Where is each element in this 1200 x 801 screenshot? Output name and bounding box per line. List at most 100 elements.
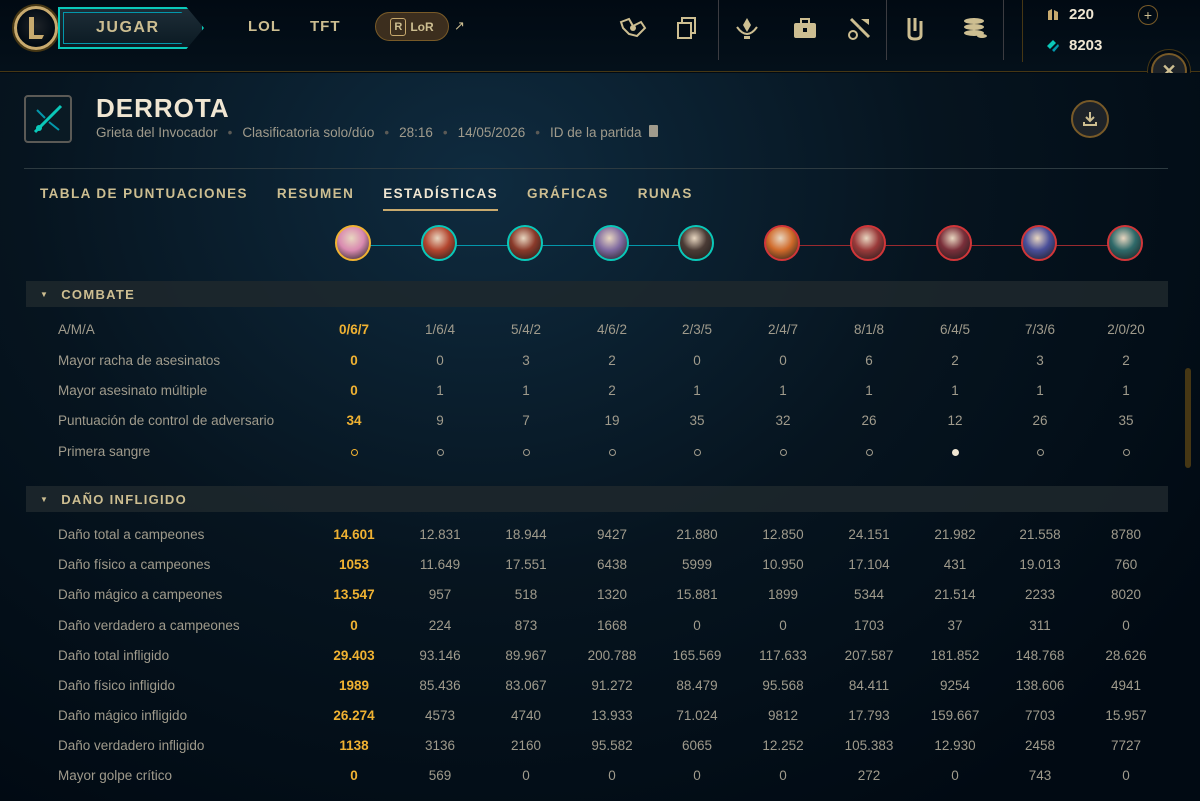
collapse-caret-icon[interactable]: ▼ xyxy=(40,495,49,504)
stat-value: 19 xyxy=(604,413,620,428)
stat-value: 148.768 xyxy=(1015,648,1065,663)
external-link-icon: ↗ xyxy=(454,18,465,33)
first-blood-indicator xyxy=(743,444,823,459)
champion-portrait-10[interactable] xyxy=(1107,225,1143,261)
champion-portrait-3[interactable] xyxy=(507,225,543,261)
stat-value: 3 xyxy=(522,353,530,368)
stat-value: 3 xyxy=(1036,353,1044,368)
play-button[interactable]: JUGAR xyxy=(58,7,204,49)
stat-value: 207.587 xyxy=(844,648,894,663)
stat-value: 21.514 xyxy=(934,587,976,602)
champion-portrait-8[interactable] xyxy=(936,225,972,261)
stat-value: 159.667 xyxy=(930,708,980,723)
rp-balance: 220 xyxy=(1045,6,1094,23)
lor-button[interactable]: R LoR xyxy=(375,12,449,41)
stat-row: Daño total infligido 29.403 93.146 89.967 20… xyxy=(0,641,1200,671)
social-icon[interactable] xyxy=(616,12,650,44)
champion-portrait-9[interactable] xyxy=(1021,225,1057,261)
stat-value: 3136 xyxy=(424,738,456,753)
first-blood-dot-icon xyxy=(1036,448,1044,456)
stat-value: 8780 xyxy=(1110,527,1142,542)
stat-value: 0 xyxy=(779,768,787,783)
blue-essence-icon xyxy=(1047,39,1059,52)
collapse-caret-icon[interactable]: ▼ xyxy=(40,290,49,299)
download-button[interactable] xyxy=(1071,100,1109,138)
summoners-rift-map-icon xyxy=(24,95,72,143)
champion-portrait-2[interactable] xyxy=(421,225,457,261)
meta-separator: • xyxy=(535,125,540,140)
missions-icon[interactable] xyxy=(898,12,932,44)
tab-graphs[interactable]: GRÁFICAS xyxy=(527,186,609,211)
stat-value: 15.881 xyxy=(676,587,718,602)
stat-value: 1 xyxy=(1122,383,1130,398)
inventory-icon[interactable] xyxy=(788,12,822,44)
stat-row: Primera sangre xyxy=(0,437,1200,467)
nav-link-tft[interactable]: TFT xyxy=(310,18,341,35)
stat-value: 89.967 xyxy=(505,648,547,663)
champion-portrait-1[interactable] xyxy=(335,225,371,261)
nav-separator xyxy=(718,0,719,60)
stat-value: 2/0/20 xyxy=(1107,322,1145,337)
stat-label: Daño físico a campeones xyxy=(58,557,211,572)
stat-value: 1 xyxy=(1036,383,1044,398)
stat-value: 6065 xyxy=(681,738,713,753)
stat-row: Daño físico a campeones 1053 11.649 17.551 6… xyxy=(0,550,1200,580)
nav-link-lol[interactable]: LOL xyxy=(248,18,281,35)
stat-value: 15.957 xyxy=(1105,708,1147,723)
first-blood-indicator xyxy=(572,444,652,459)
download-icon xyxy=(1083,112,1097,126)
stat-value: 431 xyxy=(943,557,967,572)
league-logo-icon[interactable] xyxy=(14,6,58,50)
first-blood-dot-icon xyxy=(522,448,530,456)
match-id-copy[interactable]: ID de la partida xyxy=(550,125,659,140)
champion-portrait-5[interactable] xyxy=(678,225,714,261)
stat-value: 0 xyxy=(779,618,787,633)
ranked-icon[interactable] xyxy=(730,12,764,44)
meta-separator: • xyxy=(442,125,448,140)
be-value: 8203 xyxy=(1069,37,1103,54)
stat-row: Daño mágico a campeones 13.547 957 518 1320 1… xyxy=(0,580,1200,610)
match-duration: 28:16 xyxy=(399,125,433,140)
stat-value: 200.788 xyxy=(587,648,637,663)
stat-value: 224 xyxy=(428,618,452,633)
stat-label: Daño verdadero a campeones xyxy=(58,618,240,633)
scrollbar[interactable] xyxy=(1185,368,1191,468)
tab-stats[interactable]: ESTADÍSTICAS xyxy=(383,186,499,211)
tab-scoreboard[interactable]: TABLA DE PUNTUACIONES xyxy=(40,186,248,211)
nav-separator xyxy=(1003,0,1004,60)
stat-row: Mayor golpe crítico 0 569 0 0 0 0 272 0 743 0 xyxy=(0,761,1200,791)
match-meta-row: Grieta del Invocador • Clasificatoria so… xyxy=(96,125,659,140)
copy-icon[interactable] xyxy=(649,125,659,137)
first-blood-dot-icon xyxy=(693,448,701,456)
stat-value: 0 xyxy=(608,768,616,783)
champion-portrait-4[interactable] xyxy=(593,225,629,261)
stat-value: 138.606 xyxy=(1015,678,1065,693)
stat-value: 0 xyxy=(436,353,444,368)
stat-value: 12.252 xyxy=(762,738,804,753)
buy-rp-plus-icon[interactable]: + xyxy=(1138,5,1158,25)
stat-value: 0 xyxy=(1122,768,1130,783)
champion-portrait-6[interactable] xyxy=(764,225,800,261)
stat-value: 35 xyxy=(1118,413,1134,428)
first-blood-indicator xyxy=(400,444,480,459)
section-header-damage-dealt[interactable]: ▼ DAÑO INFLIGIDO xyxy=(26,486,1168,512)
first-blood-dot-icon xyxy=(350,448,358,456)
collection-icon[interactable] xyxy=(670,12,704,44)
first-blood-dot-icon xyxy=(1122,448,1130,456)
stat-value: 21.982 xyxy=(934,527,976,542)
crafting-icon[interactable] xyxy=(843,12,877,44)
stat-value: 14.601 xyxy=(333,527,375,542)
stat-row: A/M/A 0/6/7 1/6/4 5/4/2 4/6/2 2/3/5 2/4/7 8/1/8… xyxy=(0,315,1200,345)
stat-value: 10.950 xyxy=(762,557,804,572)
stat-value: 9427 xyxy=(596,527,628,542)
stat-value: 13.547 xyxy=(333,587,375,602)
champion-portrait-7[interactable] xyxy=(850,225,886,261)
store-icon[interactable] xyxy=(957,12,991,44)
match-details-panel: DERROTA Grieta del Invocador • Clasifica… xyxy=(0,73,1200,801)
tab-runes[interactable]: RUNAS xyxy=(638,186,693,211)
section-header-combat[interactable]: ▼ COMBATE xyxy=(26,281,1168,307)
first-blood-dot-icon xyxy=(436,448,444,456)
match-result-title: DERROTA xyxy=(96,93,230,123)
tab-overview[interactable]: RESUMEN xyxy=(277,186,354,211)
stat-value: 6/4/5 xyxy=(939,322,971,337)
